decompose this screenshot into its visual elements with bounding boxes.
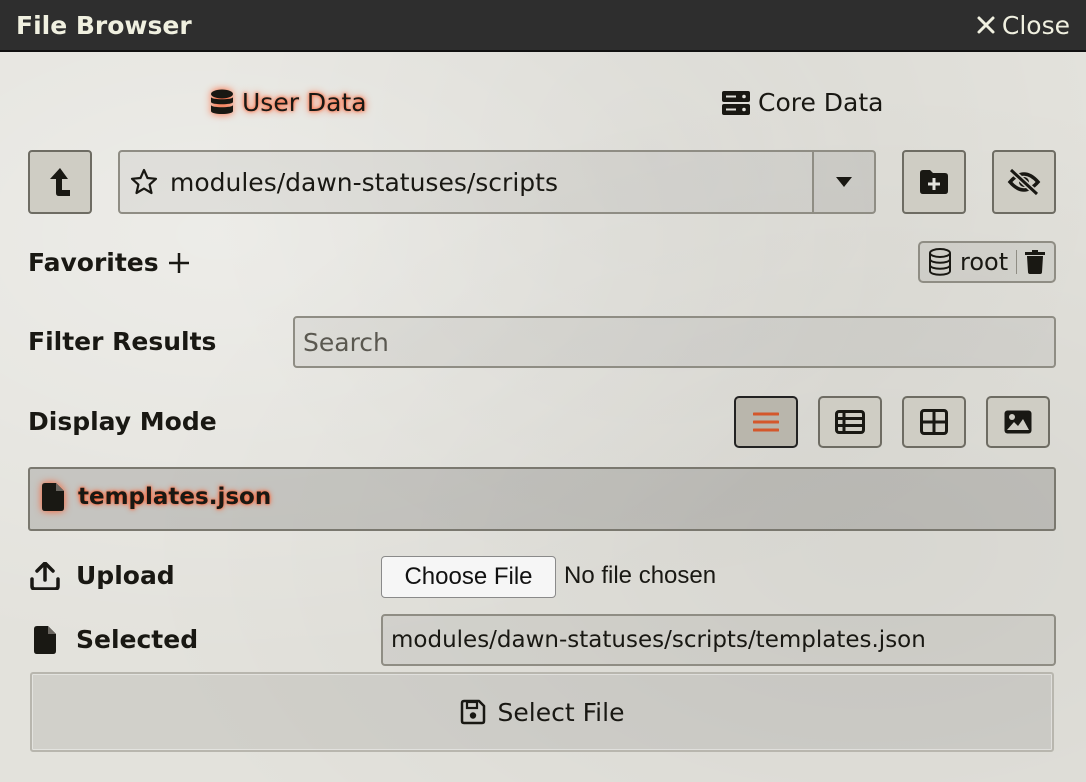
- folder-plus-icon: [920, 170, 948, 194]
- select-file-button[interactable]: Select File: [30, 672, 1054, 752]
- file-name: templates.json: [78, 484, 272, 510]
- display-mode-list-button[interactable]: [734, 396, 798, 448]
- save-icon: [460, 699, 485, 725]
- database-icon: [211, 89, 233, 114]
- display-mode-tiles-button[interactable]: [902, 396, 966, 448]
- go-up-button[interactable]: [28, 150, 92, 214]
- display-mode-images-button[interactable]: [986, 396, 1050, 448]
- database-outline-icon: [929, 248, 951, 276]
- selected-label: Selected: [76, 625, 199, 654]
- upload-status: No file chosen: [564, 562, 717, 589]
- file-list: templates.json: [28, 467, 1056, 531]
- server-icon: [722, 90, 750, 115]
- current-path: modules/dawn-statuses/scripts: [170, 167, 558, 197]
- path-input[interactable]: modules/dawn-statuses/scripts: [118, 150, 814, 214]
- trash-icon[interactable]: [1025, 250, 1046, 274]
- tab-core-data[interactable]: Core Data: [722, 88, 884, 117]
- add-favorite-icon[interactable]: [167, 251, 191, 275]
- selected-row: Selected: [34, 625, 198, 654]
- grid-icon: [920, 409, 948, 435]
- tab-user-data[interactable]: User Data: [210, 88, 367, 117]
- filter-label: Filter Results: [28, 327, 217, 356]
- divider: [1016, 250, 1018, 274]
- favorite-root-label: root: [960, 248, 1009, 276]
- toggle-hidden-button[interactable]: [992, 150, 1056, 214]
- bars-icon: [753, 412, 779, 432]
- image-icon: [1004, 410, 1032, 434]
- caret-down-icon: [836, 177, 852, 187]
- search-input[interactable]: [293, 316, 1056, 368]
- close-label: Close: [1001, 10, 1070, 40]
- file-icon: [34, 625, 56, 654]
- window-title: File Browser: [16, 10, 192, 40]
- tab-user-data-label: User Data: [242, 88, 367, 117]
- choose-file-button[interactable]: Choose File: [381, 556, 556, 598]
- favorites-row: Favorites: [28, 248, 191, 277]
- titlebar: File Browser Close: [0, 0, 1086, 52]
- level-up-icon: [50, 168, 70, 196]
- tab-core-data-label: Core Data: [758, 88, 884, 117]
- close-button[interactable]: Close: [976, 11, 1070, 40]
- upload-row: Upload: [30, 561, 175, 590]
- display-mode-label: Display Mode: [28, 407, 217, 436]
- path-history-dropdown[interactable]: [812, 150, 876, 214]
- file-item[interactable]: templates.json: [42, 483, 271, 511]
- create-folder-button[interactable]: [902, 150, 966, 214]
- file-browser-window: File Browser Close User Data Core Data m…: [0, 0, 1086, 782]
- favorites-label: Favorites: [28, 248, 159, 277]
- selected-path-field[interactable]: [381, 614, 1056, 666]
- favorite-root-pill[interactable]: root: [918, 241, 1056, 283]
- eye-slash-icon: [1007, 168, 1041, 196]
- table-list-icon: [835, 410, 865, 434]
- upload-label: Upload: [76, 561, 175, 590]
- file-icon: [42, 483, 64, 511]
- display-mode-thumbs-button[interactable]: [818, 396, 882, 448]
- select-file-label: Select File: [497, 697, 625, 727]
- close-icon: [977, 16, 995, 34]
- star-outline-icon: [130, 168, 158, 195]
- source-tabs: User Data Core Data: [0, 88, 1086, 132]
- upload-icon: [30, 561, 60, 590]
